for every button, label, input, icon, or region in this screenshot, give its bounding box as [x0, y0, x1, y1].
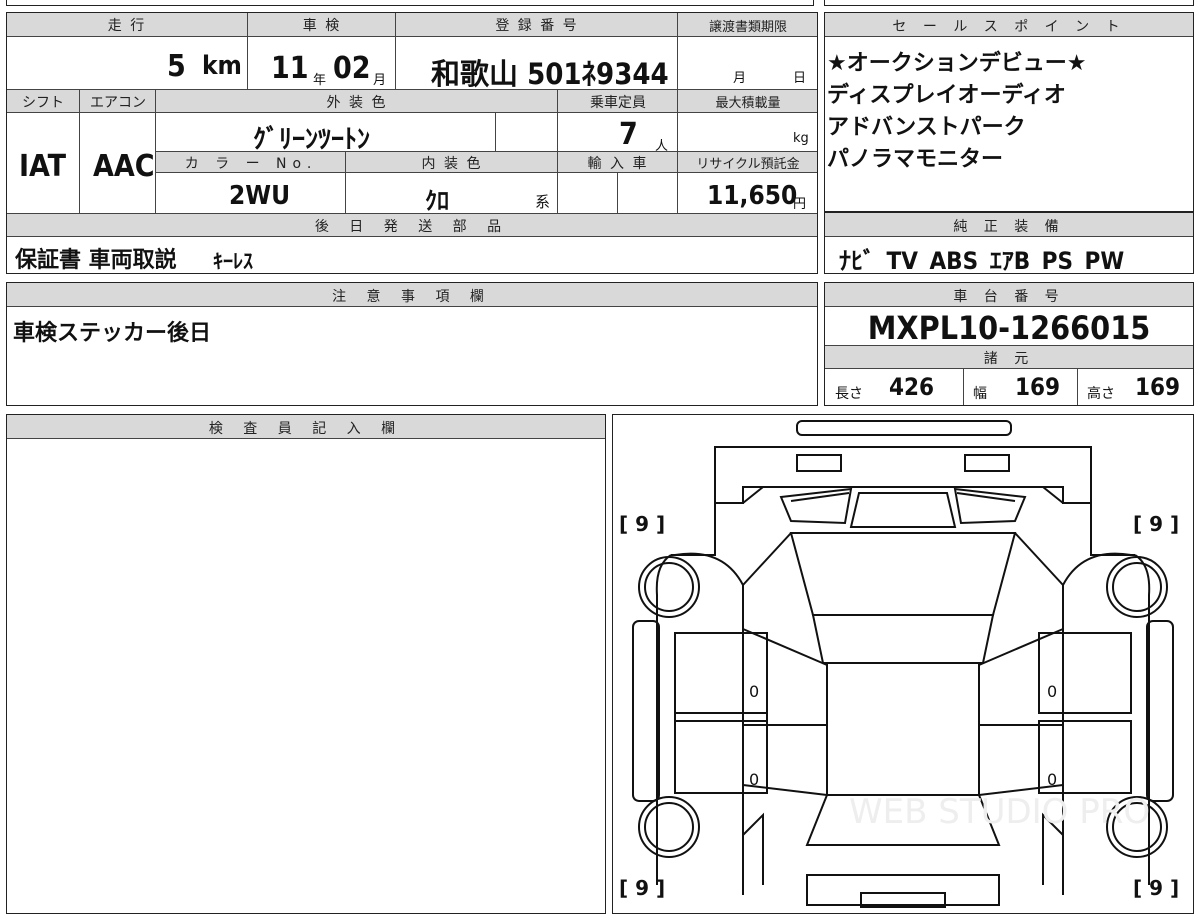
equipment-value: ﾅﾋﾞ TV ABS ｴｱB PS PW [839, 247, 1125, 275]
shaken-month-unit: 月 [373, 73, 387, 88]
mileage-value: 5 [167, 49, 186, 84]
interior-color-value: ｸﾛ [425, 187, 449, 215]
car-diagram: [ 9 ] [ 9 ] [ 9 ] [ 9 ] 0 0 0 0 WEB STUD… [619, 420, 1179, 908]
transfer-month-unit: 月 [733, 71, 747, 86]
capacity-label: 乗車定員 [590, 95, 646, 111]
door-rr-score: 0 [1047, 770, 1057, 789]
tire-rear-right-score: [ 9 ] [1133, 876, 1179, 900]
chassis-panel: 車 台 番 号 MXPL10-1266015 諸 元 長さ 426 幅 169 … [824, 282, 1194, 406]
sales-points-label: セ ー ル ス ポ イ ン ト [892, 19, 1126, 35]
notes-label: 注 意 事 項 欄 [332, 289, 492, 305]
width-label: 幅 [973, 386, 987, 402]
vehicle-info-table: 走 行 車 検 登 録 番 号 譲渡書類期限 5 km 11 年 02 月 和歌… [6, 12, 818, 274]
shaken-month: 02 [333, 51, 371, 86]
height-label: 高さ [1087, 386, 1115, 402]
recycle-unit: 円 [793, 197, 807, 212]
shift-value: IAT [19, 149, 67, 184]
mileage-unit: km [202, 51, 242, 81]
shaken-year-unit: 年 [313, 73, 327, 88]
ac-value: AAC [93, 149, 155, 184]
length-value: 426 [889, 373, 935, 401]
registration-label: 登 録 番 号 [495, 18, 579, 34]
shift-label: シフト [22, 95, 64, 111]
equipment-panel: 純 正 装 備 ﾅﾋﾞ TV ABS ｴｱB PS PW [824, 212, 1194, 275]
shaken-year: 11 [271, 51, 309, 86]
sales-points-panel: セ ー ル ス ポ イ ン ト ★オークションデビュー★ ディスプレイオーディオ… [824, 12, 1194, 212]
notes-value: 車検ステッカー後日 [13, 321, 212, 346]
door-rl-score: 0 [749, 770, 759, 789]
chassis-number: MXPL10-1266015 [867, 309, 1151, 347]
equipment-label: 純 正 装 備 [953, 219, 1065, 235]
top-strip [0, 0, 1200, 8]
interior-suffix: 系 [535, 193, 551, 211]
recycle-label: リサイクル預託金 [696, 157, 800, 172]
tire-front-right-score: [ 9 ] [1133, 512, 1179, 536]
notes-panel: 注 意 事 項 欄 車検ステッカー後日 [6, 282, 818, 406]
door-fr-score: 0 [1047, 682, 1057, 701]
later-parts-sub: ｷｰﾚｽ [213, 249, 253, 273]
capacity-value: 7 [619, 117, 638, 152]
chassis-label: 車 台 番 号 [953, 289, 1065, 305]
color-no-label: カ ラ ー No. [184, 156, 318, 172]
inspector-label: 検 査 員 記 入 欄 [208, 421, 404, 437]
ac-label: エアコン [90, 95, 146, 111]
load-unit: kg [793, 131, 809, 146]
height-value: 169 [1135, 373, 1181, 401]
spec-label: 諸 元 [983, 351, 1035, 367]
door-fl-score: 0 [749, 682, 759, 701]
later-parts-value: 保証書 車両取説 [15, 248, 177, 273]
later-parts-label: 後 日 発 送 部 品 [314, 219, 510, 235]
import-label: 輸 入 車 [587, 156, 649, 172]
transfer-label: 譲渡書類期限 [708, 20, 787, 35]
sales-point-line: ★オークションデビュー★ [827, 51, 1087, 76]
tire-front-left-score: [ 9 ] [619, 512, 665, 536]
sales-point-line: アドバンストパーク [827, 115, 1026, 140]
recycle-value: 11,650 [707, 181, 798, 211]
shaken-label: 車 検 [302, 18, 342, 34]
color-no-value: 2WU [229, 181, 291, 211]
sales-points-list: ★オークションデビュー★ ディスプレイオーディオ アドバンストパーク パノラマモ… [827, 45, 1191, 173]
sales-point-line: ディスプレイオーディオ [827, 83, 1066, 108]
exterior-label: 外 装 色 [326, 95, 388, 111]
watermark: WEB STUDIO PRO [849, 792, 1150, 832]
load-label: 最大積載量 [715, 96, 781, 111]
sales-point-line: パノラマモニター [827, 147, 1004, 172]
interior-label: 内 装 色 [421, 156, 483, 172]
length-label: 長さ [835, 386, 863, 402]
transfer-day-unit: 日 [793, 71, 807, 86]
tire-rear-left-score: [ 9 ] [619, 876, 665, 900]
registration-number: 和歌山 501ﾈ9344 [431, 57, 669, 91]
inspector-panel: 検 査 員 記 入 欄 [6, 414, 606, 914]
car-diagram-panel: [ 9 ] [ 9 ] [ 9 ] [ 9 ] 0 0 0 0 WEB STUD… [612, 414, 1194, 914]
width-value: 169 [1015, 373, 1061, 401]
mileage-label: 走 行 [107, 18, 147, 34]
